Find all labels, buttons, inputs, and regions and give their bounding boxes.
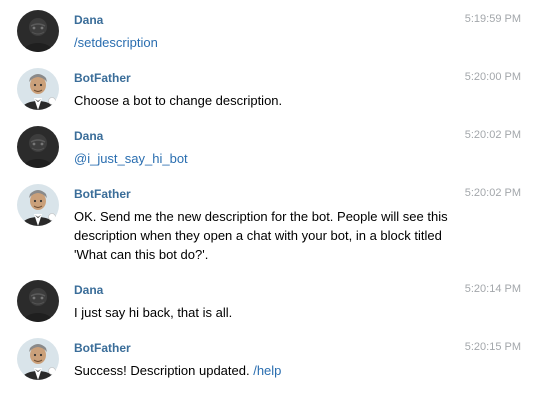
botfather-avatar-icon: [17, 184, 59, 226]
dark-profile-photo-icon: [17, 280, 59, 322]
sender-name[interactable]: BotFather: [74, 341, 131, 355]
sender-name[interactable]: Dana: [74, 13, 103, 27]
message-timestamp: 5:20:02 PM: [464, 187, 521, 199]
user-avatar[interactable]: [17, 126, 59, 168]
chat-history: Dana 5:19:59 PM /setdescription BotFathe…: [0, 0, 537, 403]
message-text: Choose a bot to change description.: [74, 93, 283, 108]
user-avatar[interactable]: [17, 280, 59, 322]
sender-name[interactable]: Dana: [74, 129, 103, 143]
bot-avatar[interactable]: [17, 184, 59, 226]
message-timestamp: 5:20:02 PM: [464, 129, 521, 141]
message-text: Success! Description updated. /help: [74, 361, 460, 380]
message-text: OK. Send me the new description for the …: [74, 209, 448, 262]
message-item: Dana 5:19:59 PM /setdescription: [0, 10, 537, 55]
message-item: BotFather 5:20:15 PM Success! Descriptio…: [0, 338, 537, 383]
message-text-body: Success! Description updated.: [74, 363, 254, 378]
dark-profile-photo-icon: [17, 10, 59, 52]
sender-name[interactable]: Dana: [74, 283, 103, 297]
message-text: I just say hi back, that is all.: [74, 305, 233, 320]
sender-name[interactable]: BotFather: [74, 187, 131, 201]
message-item: Dana 5:20:02 PM @i_just_say_hi_bot: [0, 126, 537, 171]
message-timestamp: 5:20:15 PM: [464, 341, 521, 353]
help-command-link[interactable]: /help: [253, 363, 281, 378]
bot-avatar[interactable]: [17, 338, 59, 380]
command-link[interactable]: /setdescription: [74, 35, 158, 50]
message-timestamp: 5:20:00 PM: [464, 71, 521, 83]
dark-profile-photo-icon: [17, 126, 59, 168]
bot-avatar[interactable]: [17, 68, 59, 110]
user-avatar[interactable]: [17, 10, 59, 52]
bot-mention-link[interactable]: @i_just_say_hi_bot: [74, 151, 188, 166]
message-text: @i_just_say_hi_bot: [74, 149, 460, 168]
message-item: BotFather 5:20:00 PM Choose a bot to cha…: [0, 68, 537, 113]
message-item: BotFather 5:20:02 PM OK. Send me the new…: [0, 184, 537, 264]
message-timestamp: 5:19:59 PM: [464, 13, 521, 25]
message-text: /setdescription: [74, 33, 460, 52]
botfather-avatar-icon: [17, 68, 59, 110]
message-timestamp: 5:20:14 PM: [464, 283, 521, 295]
sender-name[interactable]: BotFather: [74, 71, 131, 85]
botfather-avatar-icon: [17, 338, 59, 380]
message-item: Dana 5:20:14 PM I just say hi back, that…: [0, 280, 537, 325]
